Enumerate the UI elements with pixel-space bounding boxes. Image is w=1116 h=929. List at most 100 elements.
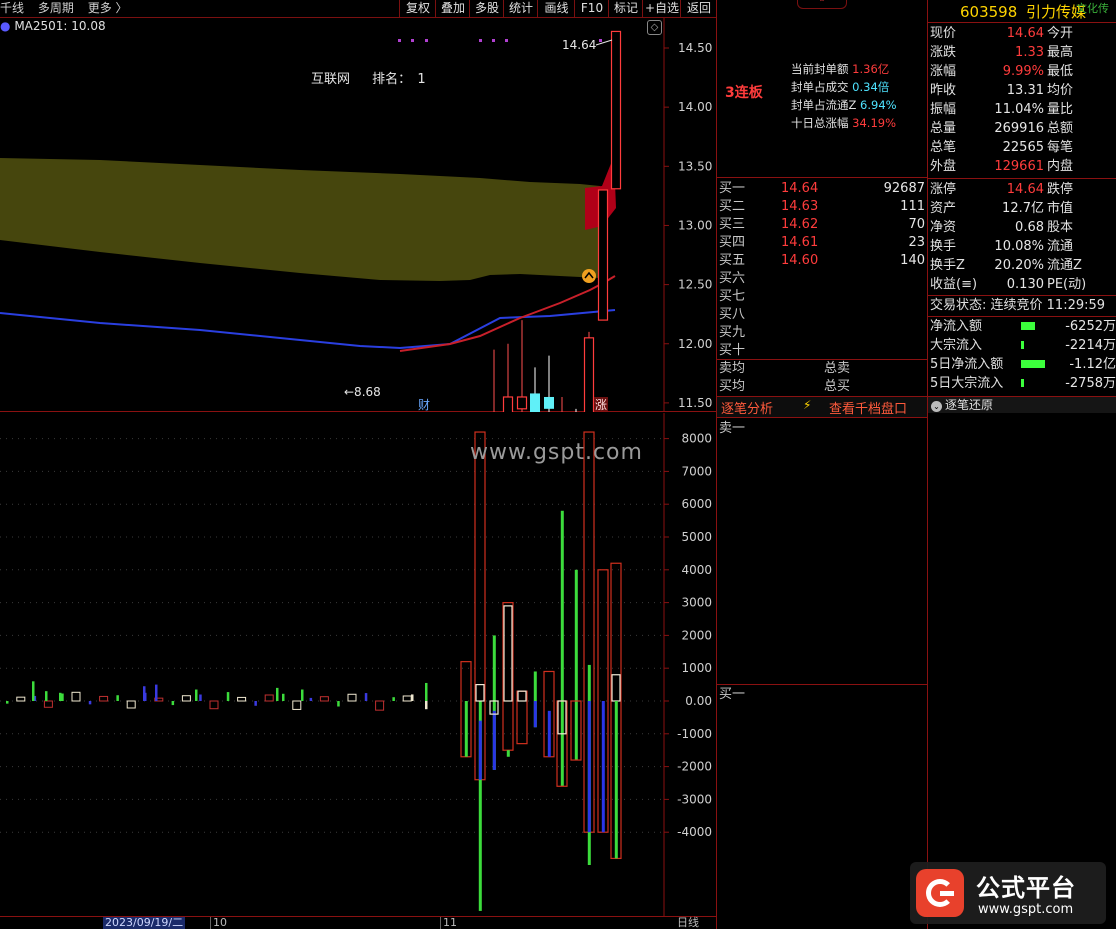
seal-float-ratio-label: 封单占流通Z: [791, 98, 857, 112]
quote-field-value: 14.64: [1006, 26, 1044, 41]
indicator-bar-hollow: [264, 694, 274, 702]
indicator-bar-hollow: [43, 700, 53, 708]
overlay-button[interactable]: 叠加: [435, 0, 470, 17]
candle-up: [516, 396, 528, 410]
quote-field-value: 269916: [994, 121, 1044, 136]
candle-up: [502, 396, 514, 412]
indicator-bar-hollow: [375, 700, 385, 711]
indicator-bar-green: [614, 701, 618, 859]
more-button[interactable]: 更多 〉: [88, 1, 128, 15]
quote-field-value: 1.33: [1015, 45, 1044, 60]
multi-period-button[interactable]: 多周期: [38, 1, 74, 15]
ma-legend: MA2501: 10.08: [14, 19, 106, 33]
indicator-bar-blue: [587, 701, 591, 833]
candle-up: [597, 189, 609, 321]
event-marker-finance: 财: [418, 398, 430, 412]
ten-day-gain-label: 十日总涨幅: [791, 116, 849, 130]
candle-down: [530, 393, 540, 412]
back-button[interactable]: 返回: [680, 0, 717, 17]
level2-tabs: 逐笔分析 ⚡ 查看千档盘口: [717, 397, 927, 417]
indicator-tick-label: 5000: [681, 530, 712, 544]
indicator-tick-label: -1000: [677, 727, 712, 741]
mark-button[interactable]: 标记: [608, 0, 643, 17]
high-price-marker: 14.64: [562, 38, 596, 52]
stock-title: 603598 引力传媒: [960, 1, 1086, 22]
quote-field-label-2: 内盘: [1047, 159, 1074, 174]
drawing-button[interactable]: 画线: [537, 0, 575, 17]
add-watchlist-button[interactable]: +自选: [642, 0, 681, 17]
quote-field-label: 换手: [930, 239, 957, 254]
tick-restore-bar[interactable]: ⌄ 逐笔还原: [928, 397, 1116, 413]
quote-field-value: 9.99%: [1002, 64, 1044, 79]
signal-dot: [505, 39, 508, 42]
indicator-bar-blue: [547, 710, 551, 757]
quote-field-label: 涨幅: [930, 64, 957, 79]
indicator-tick-label: 7000: [681, 464, 712, 478]
quote-field-label: 资产: [930, 201, 957, 216]
event-marker-limit-up: 涨: [595, 397, 607, 412]
flow-bar: [1021, 379, 1024, 387]
quote-field-label: 涨跌: [930, 45, 957, 60]
gspt-logo-icon: [916, 869, 964, 917]
industry-tag[interactable]: 文化传: [1076, 0, 1109, 16]
bid-level-label: 买四: [719, 235, 746, 250]
quote-field-label: 换手Z: [930, 258, 965, 273]
indicator-bar-hollow: [292, 700, 302, 710]
chart-settings-icon[interactable]: ◇: [647, 20, 662, 35]
quote-field-label-2: 跌停: [1047, 182, 1074, 197]
indicator-chart[interactable]: 8000 7000 6000 5000 4000 3000 2000 1000 0.00 -100…: [0, 413, 716, 916]
indicator-bar-green: [574, 569, 578, 761]
date-label-month-10: 10: [210, 917, 227, 929]
quote-field-label: 涨停: [930, 182, 957, 197]
tick-analysis-tab[interactable]: 逐笔分析: [721, 398, 773, 417]
indicator-tick-label: 1000: [681, 661, 712, 675]
depth-book-tab[interactable]: 查看千档盘口: [829, 398, 907, 417]
period-label[interactable]: 日线: [677, 917, 699, 929]
indicator-bar: [116, 695, 119, 701]
quote-field-label: 总量: [930, 121, 957, 136]
f10-button[interactable]: F10: [574, 0, 609, 17]
quote-field-label-2: 量比: [1047, 102, 1074, 117]
flow-value: -6252万: [1065, 319, 1116, 334]
multi-stock-button[interactable]: 多股: [469, 0, 504, 17]
tool-period-button[interactable]: 千线: [0, 1, 24, 15]
price-chart-panel[interactable]: 14.5014.0013.5013.0012.5012.0011.5011.00…: [0, 18, 716, 412]
indicator-bar-hollow: [71, 691, 81, 702]
bid-level-price: 14.62: [781, 217, 819, 232]
quote-field-value: 10.08%: [994, 239, 1044, 254]
indicator-chart-panel[interactable]: 8000 7000 6000 5000 4000 3000 2000 1000 0.00 -100…: [0, 413, 716, 916]
bid-level-label: 买一: [719, 181, 746, 196]
signal-dot: [425, 39, 428, 42]
collapse-tab-icon[interactable]: ⌃: [797, 0, 847, 9]
indicator-tick-label: 3000: [681, 596, 712, 610]
rank-value: 1: [417, 72, 426, 87]
date-label-start: 2023/09/19/二: [103, 916, 186, 929]
statistics-button[interactable]: 统计: [503, 0, 538, 17]
level2-panel: ⌃ 3连板 当前封单额 1.36亿 封单占成交 0.34倍 封单占流通Z 6.9…: [717, 0, 927, 929]
low-price-marker: ←8.68: [344, 385, 381, 399]
indicator-bar-white: [611, 674, 621, 702]
quote-field-label: 总笔: [930, 140, 957, 155]
indicator-bar: [392, 697, 395, 701]
quote-field-value: 0.68: [1015, 220, 1044, 235]
quote-field-label-2: 最低: [1047, 64, 1074, 79]
indicator-bar-hollow: [347, 693, 357, 702]
indicator-bar-green: [506, 750, 510, 757]
indicator-bar-hollow: [402, 695, 412, 702]
indicator-bar-white: [517, 690, 527, 702]
seal-trade-ratio-value: 0.34倍: [852, 80, 890, 94]
quote-field-label-2: 每笔: [1047, 140, 1074, 155]
restore-rights-button[interactable]: 复权: [399, 0, 436, 17]
quote-field-label-2: 总额: [1047, 121, 1074, 136]
indicator-bar-white: [475, 684, 485, 702]
indicator-tick-label: -2000: [677, 760, 712, 774]
limit-streak-badge: 3连板: [725, 85, 763, 101]
flow-bar: [1021, 322, 1035, 330]
ask1-label: 卖一: [719, 421, 746, 436]
flow-value: -2758万: [1065, 376, 1116, 391]
flow-bar: [1021, 360, 1045, 368]
signal-circle-icon: [582, 269, 596, 283]
candle-up: [583, 337, 595, 412]
indicator-bar: [337, 701, 340, 707]
bid-level-label: 买五: [719, 253, 746, 268]
